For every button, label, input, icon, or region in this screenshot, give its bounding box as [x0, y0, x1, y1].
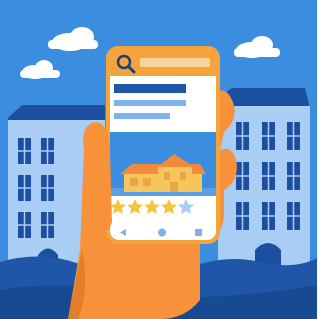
listing-photo[interactable]	[110, 132, 216, 196]
listing-title-line	[114, 84, 186, 93]
home-icon[interactable]	[158, 228, 166, 237]
listing-text-line	[114, 113, 170, 119]
listing-text-line	[114, 100, 186, 106]
search-input[interactable]	[140, 58, 210, 67]
recent-apps-icon[interactable]	[195, 229, 202, 236]
phone	[106, 46, 220, 244]
thumb	[83, 122, 112, 233]
real-estate-app-illustration	[0, 0, 317, 319]
